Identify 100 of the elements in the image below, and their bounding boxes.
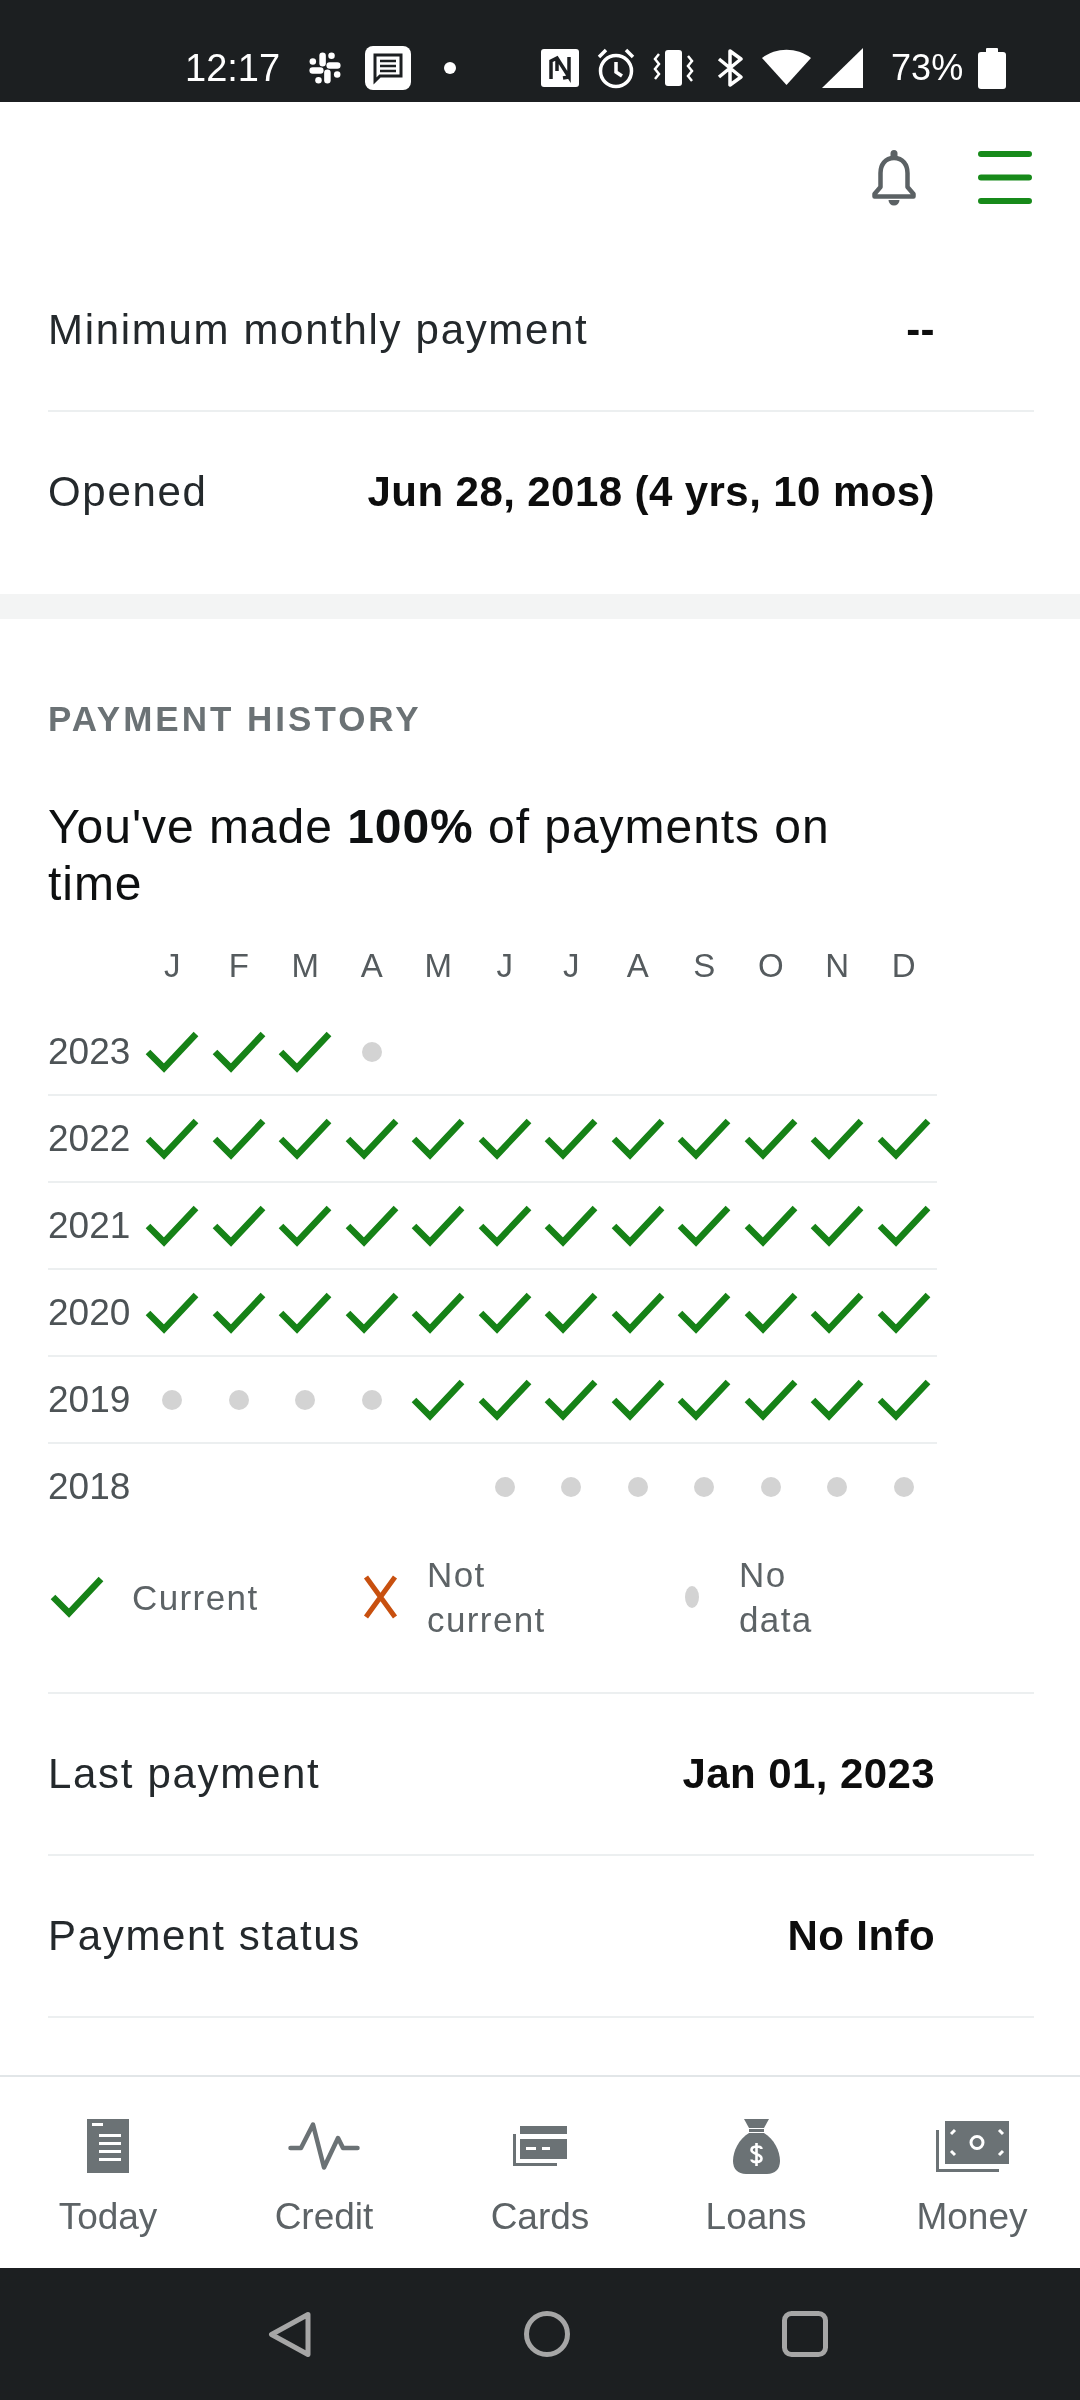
nav-tab[interactable]: Credit (216, 2077, 432, 2268)
bluetooth-icon (717, 49, 745, 87)
row-label: Last payment (48, 1749, 321, 1799)
cross-icon (363, 1574, 398, 1620)
month-label: N (825, 946, 850, 986)
check-icon (477, 1116, 532, 1161)
nav-tab[interactable]: Money (864, 2077, 1080, 2268)
month-label: J (164, 946, 181, 986)
battery-percentage: 73% (891, 47, 964, 89)
row-value: No Info (787, 1911, 935, 1961)
month-label: F (228, 946, 249, 986)
credit-card-icon[interactable] (513, 2126, 567, 2166)
notification-bell-icon[interactable] (870, 150, 918, 208)
check-icon (278, 1203, 333, 1248)
check-icon (876, 1290, 931, 1335)
check-icon (477, 1290, 532, 1335)
check-icon (278, 1029, 333, 1074)
month-label: A (626, 946, 649, 986)
dot-icon (361, 1389, 382, 1410)
nfc-icon (541, 49, 580, 87)
dot-icon (827, 1476, 848, 1497)
year-label: 2021 (48, 1203, 132, 1248)
check-icon (344, 1290, 399, 1335)
check-icon (743, 1290, 798, 1335)
check-icon (610, 1116, 665, 1161)
month-label: J (496, 946, 513, 986)
money-bag-icon[interactable] (732, 2118, 780, 2174)
check-icon (477, 1203, 532, 1248)
check-icon (677, 1116, 732, 1161)
check-icon (610, 1203, 665, 1248)
check-icon (810, 1377, 865, 1422)
check-icon (743, 1116, 798, 1161)
row-value: Jan 01, 2023 (682, 1749, 935, 1799)
check-icon (810, 1203, 865, 1248)
check-icon (145, 1029, 200, 1074)
check-icon (544, 1290, 599, 1335)
legend-label: Current (132, 1576, 259, 1619)
row-value: -- (906, 305, 935, 355)
year-label: 2023 (48, 1029, 132, 1074)
check-icon (145, 1116, 200, 1161)
check-icon (743, 1377, 798, 1422)
month-label: A (360, 946, 383, 986)
row-label: Minimum monthly payment (48, 305, 589, 355)
check-icon (544, 1203, 599, 1248)
month-label: J (563, 946, 580, 986)
dot-icon (162, 1389, 183, 1410)
check-icon (477, 1377, 532, 1422)
year-label: 2019 (48, 1377, 132, 1422)
month-label: D (891, 946, 916, 986)
dot-icon (893, 1476, 914, 1497)
check-icon (211, 1116, 266, 1161)
month-label: M (424, 946, 452, 986)
nav-tab[interactable]: Today (0, 2077, 216, 2268)
check-icon (145, 1203, 200, 1248)
check-icon (278, 1290, 333, 1335)
check-icon (743, 1203, 798, 1248)
pulse-icon[interactable] (288, 2121, 360, 2171)
alarm-clock-icon (596, 47, 637, 89)
menu-icon[interactable] (978, 151, 1032, 204)
check-icon (411, 1377, 466, 1422)
month-label: S (693, 946, 716, 986)
check-icon (50, 1575, 104, 1619)
dot-icon (494, 1476, 515, 1497)
check-icon (677, 1377, 732, 1422)
nav-tab[interactable]: Loans (648, 2077, 864, 2268)
vibrate-icon (653, 50, 695, 86)
dot-icon (228, 1389, 249, 1410)
signal-icon (822, 48, 864, 88)
banknotes-icon[interactable] (935, 2120, 1009, 2172)
check-icon (411, 1203, 466, 1248)
dot-icon (561, 1476, 582, 1497)
check-icon (411, 1290, 466, 1335)
month-label: O (757, 946, 784, 986)
recent-apps-icon[interactable] (782, 2311, 828, 2357)
check-icon (211, 1029, 266, 1074)
check-icon (876, 1377, 931, 1422)
check-icon (610, 1290, 665, 1335)
check-icon (344, 1116, 399, 1161)
check-icon (810, 1116, 865, 1161)
dot-icon (694, 1476, 715, 1497)
home-icon[interactable] (524, 2311, 570, 2357)
dot-icon (361, 1041, 382, 1062)
row-label: Opened (48, 467, 208, 517)
dot-icon (685, 1586, 699, 1608)
back-icon[interactable] (268, 2310, 311, 2358)
check-icon (610, 1377, 665, 1422)
check-icon (677, 1290, 732, 1335)
nav-tab[interactable]: Cards (432, 2077, 648, 2268)
section-heading: PAYMENT HISTORY (48, 699, 423, 739)
check-icon (544, 1116, 599, 1161)
check-icon (876, 1116, 931, 1161)
summary-text: You've made 100% of payments on time (48, 799, 831, 912)
year-label: 2018 (48, 1464, 132, 1509)
year-label: 2020 (48, 1290, 132, 1335)
check-icon (344, 1203, 399, 1248)
legend-label: No data (739, 1554, 813, 1641)
check-icon (211, 1203, 266, 1248)
document-icon[interactable] (87, 2119, 129, 2173)
battery-icon (978, 47, 1007, 89)
check-icon (411, 1116, 466, 1161)
